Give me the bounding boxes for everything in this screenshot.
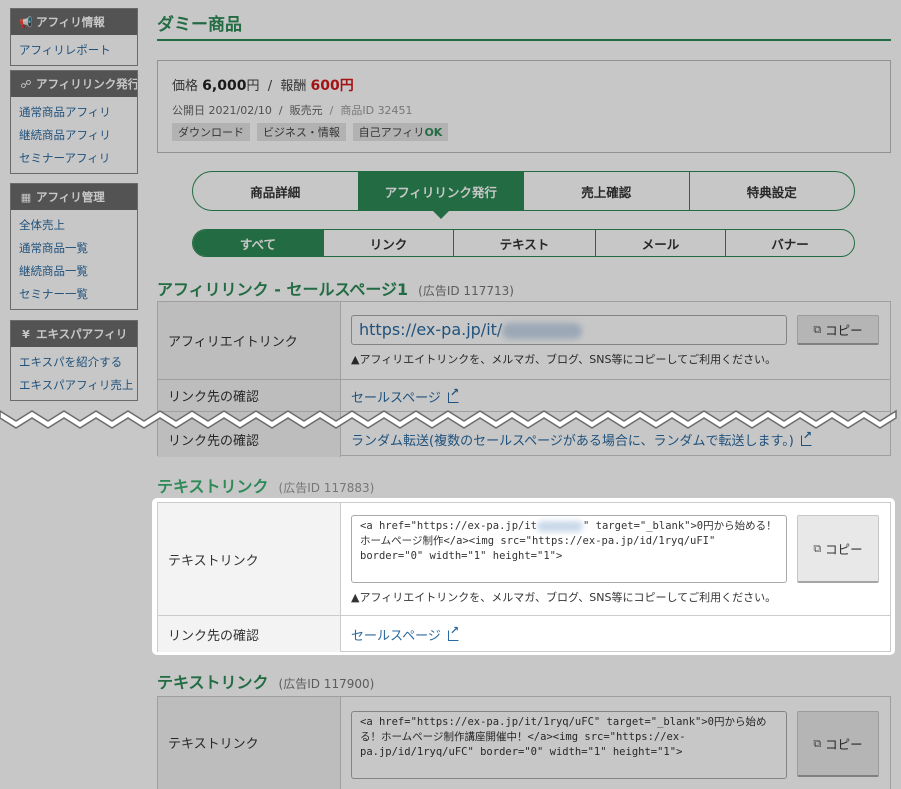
affiliate-url-field[interactable]: https://ex-pa.jp/it/ <box>351 315 787 345</box>
copy-note: ▲アフィリエイトリンクを、メルマガ、ブログ、SNS等にコピーしてご利用ください。 <box>351 353 777 366</box>
meta-line: 公開日 2021/02/10 / 販売元 / 商品ID 32451 <box>172 104 413 117</box>
section3-table: テキストリンク <a href="https://ex-pa.jp/it/1ry… <box>157 696 891 789</box>
section3-ad-id: (広告ID 117900) <box>278 677 375 691</box>
text-link-code-field[interactable]: <a href="https://ex-pa.jp/it/1ryq/uFC" t… <box>351 711 787 779</box>
sub-tabs: すべて リンク テキスト メール バナー <box>192 229 855 257</box>
sidebar-box-expa-affili: ¥ エキスパアフィリ エキスパを紹介する エキスパアフィリ売上 <box>10 320 138 401</box>
copy-icon: ⧉ <box>813 736 822 750</box>
random-transfer-link[interactable]: ランダム転送(複数のセールスページがある場合に、ランダムで転送します。) <box>351 434 794 449</box>
tab-bonus-settings[interactable]: 特典設定 <box>688 172 855 210</box>
section1-row-link: アフィリエイトリンク https://ex-pa.jp/it/ ⧉ コピー ▲アフ… <box>158 302 890 379</box>
copy-button[interactable]: ⧉ コピー <box>797 515 879 583</box>
blurred-url <box>537 520 584 532</box>
sidebar-link-continuous-affili[interactable]: 継続商品アフィリ <box>19 124 137 147</box>
highlight-box: テキストリンク <a href="https://ex-pa.jp/it " ta… <box>153 499 894 654</box>
price-value: 6,000 <box>202 78 247 94</box>
section3-heading: テキストリンク (広告ID 117900) <box>157 673 375 692</box>
tag-download: ダウンロード <box>172 123 250 141</box>
link-icon: ☍ <box>20 78 32 91</box>
sidebar-link-seminar-affili[interactable]: セミナーアフィリ <box>19 147 137 170</box>
tab-affili-link[interactable]: アフィリリンク発行 <box>357 172 523 219</box>
blurred-url <box>502 322 583 339</box>
external-link-icon <box>447 624 459 641</box>
section1-ad-id: (広告ID 117713) <box>418 284 514 298</box>
subtab-banner[interactable]: バナー <box>725 230 854 256</box>
copy-icon: ⧉ <box>813 541 822 555</box>
page-cut-divider <box>0 409 897 429</box>
megaphone-icon: 📢 <box>19 16 33 29</box>
sidebar-link-normal-list[interactable]: 通常商品一覧 <box>19 237 137 260</box>
sidebar-header-affili-info: 📢 アフィリ情報 <box>11 9 137 35</box>
sidebar-header-expa-affili: ¥ エキスパアフィリ <box>11 321 137 347</box>
sidebar-box-link-issue: ☍ アフィリリンク発行 通常商品アフィリ 継続商品アフィリ セミナーアフィリ <box>10 70 138 174</box>
section1-table: アフィリエイトリンク https://ex-pa.jp/it/ ⧉ コピー ▲アフ… <box>157 301 891 457</box>
tag-business: ビジネス・情報 <box>256 123 346 141</box>
section2-row-textlink: テキストリンク <a href="https://ex-pa.jp/it " ta… <box>158 503 890 615</box>
subtab-text[interactable]: テキスト <box>453 230 595 256</box>
sidebar-link-seminar-list[interactable]: セミナー一覧 <box>19 283 137 306</box>
sidebar-link-continuous-list[interactable]: 継続商品一覧 <box>19 260 137 283</box>
sidebar-header-affili-manage: ▦ アフィリ管理 <box>11 184 137 210</box>
title-divider <box>157 39 891 41</box>
product-info-box: 価格 6,000円 / 報酬 600円 公開日 2021/02/10 / 販売元… <box>157 60 891 153</box>
tab-product-detail[interactable]: 商品詳細 <box>193 172 358 210</box>
page-title: ダミー商品 <box>157 15 242 35</box>
product-id: 32451 <box>377 104 413 117</box>
main-tabs: 商品詳細 アフィリリンク発行 売上確認 特典設定 <box>192 171 855 219</box>
seller-label: 販売元 <box>289 104 323 117</box>
section3-row-textlink: テキストリンク <a href="https://ex-pa.jp/it/1ry… <box>158 697 890 789</box>
copy-note: ▲アフィリエイトリンクを、メルマガ、ブログ、SNS等にコピーしてご利用ください。 <box>351 591 777 604</box>
copy-button[interactable]: ⧉ コピー <box>797 711 879 777</box>
sidebar-link-total-sales[interactable]: 全体売上 <box>19 214 137 237</box>
section2-heading: テキストリンク (広告ID 117883) <box>157 477 375 496</box>
section2-ad-id: (広告ID 117883) <box>278 481 375 495</box>
copy-icon: ⧉ <box>813 322 822 336</box>
row-label: アフィリエイトリンク <box>158 302 341 379</box>
tag-self-affili: 自己アフィリOK <box>352 123 449 141</box>
external-link-icon <box>447 386 459 403</box>
tab-sales-check[interactable]: 売上確認 <box>523 172 689 210</box>
subtab-all[interactable]: すべて <box>193 230 323 256</box>
subtab-mail[interactable]: メール <box>595 230 725 256</box>
sidebar-header-link-issue: ☍ アフィリリンク発行 <box>11 71 137 97</box>
sidebar-link-introduce-expa[interactable]: エキスパを紹介する <box>19 351 137 374</box>
copy-button[interactable]: ⧉ コピー <box>797 315 879 345</box>
sidebar-box-affili-manage: ▦ アフィリ管理 全体売上 通常商品一覧 継続商品一覧 セミナー一覧 <box>10 183 138 310</box>
text-link-code-field[interactable]: <a href="https://ex-pa.jp/it " target="_b… <box>351 515 787 583</box>
publish-date: 2021/02/10 <box>208 104 272 117</box>
external-link-icon <box>800 429 812 446</box>
section2-row-destination: リンク先の確認 セールスページ <box>158 615 890 652</box>
document-icon: ▦ <box>20 191 32 204</box>
sales-page-link[interactable]: セールスページ <box>351 391 441 406</box>
sidebar-box-affili-info: 📢 アフィリ情報 アフィリレポート <box>10 8 138 66</box>
sidebar-link-expa-affili-sales[interactable]: エキスパアフィリ売上 <box>19 374 137 397</box>
sidebar-link-affili-report[interactable]: アフィリレポート <box>19 39 137 62</box>
reward-value: 600 <box>310 78 340 94</box>
price-line: 価格 6,000円 / 報酬 600円 <box>172 78 354 94</box>
sales-page-link[interactable]: セールスページ <box>351 629 441 644</box>
subtab-link[interactable]: リンク <box>323 230 453 256</box>
section1-heading: アフィリリンク - セールスページ1 (広告ID 117713) <box>157 280 514 299</box>
tag-list: ダウンロード ビジネス・情報 自己アフィリOK <box>172 123 890 141</box>
sidebar-link-normal-affili[interactable]: 通常商品アフィリ <box>19 101 137 124</box>
section2-table: テキストリンク <a href="https://ex-pa.jp/it " ta… <box>157 502 891 652</box>
yen-icon: ¥ <box>22 328 30 341</box>
